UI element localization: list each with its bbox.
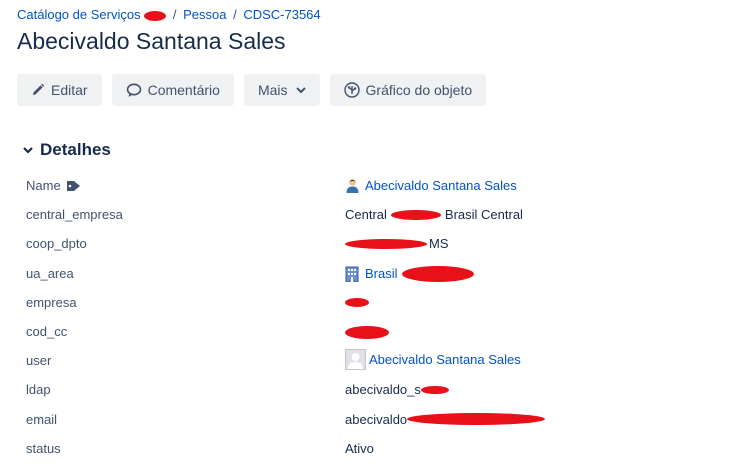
attribute-key: user xyxy=(26,353,52,369)
attribute-value-suffix: MS xyxy=(429,236,449,252)
status-value: Ativo xyxy=(345,440,374,456)
redaction-mark xyxy=(407,413,546,425)
toolbar: Editar Comentário Mais Gráfico do objeto xyxy=(17,74,496,106)
attribute-key: email xyxy=(26,411,58,427)
comment-label: Comentário xyxy=(147,82,220,98)
attribute-key: central_empresa xyxy=(26,207,123,223)
attribute-key: ldap xyxy=(26,382,51,398)
avatar-placeholder-icon xyxy=(345,349,366,371)
speech-bubble-icon xyxy=(126,83,142,98)
attribute-row-status: status Ativo xyxy=(26,433,726,462)
attribute-row-ua-area: ua_area Brasil xyxy=(26,258,726,287)
edit-label: Editar xyxy=(51,82,88,98)
redaction-mark xyxy=(420,385,449,394)
attribute-value: Brasil xyxy=(345,265,474,282)
attribute-row-name: Name Abecivaldo Santana Sales xyxy=(26,170,726,199)
attribute-value: Abecivaldo Santana Sales xyxy=(345,349,521,371)
comment-button[interactable]: Comentário xyxy=(111,74,234,106)
user-link[interactable]: Abecivaldo Santana Sales xyxy=(369,352,521,367)
breadcrumb-pessoa[interactable]: Pessoa xyxy=(183,7,226,22)
attribute-value: Central Brasil Central xyxy=(345,207,523,222)
breadcrumb-object-key[interactable]: CDSC-73564 xyxy=(243,7,320,22)
ua-area-link[interactable]: Brasil xyxy=(365,266,398,281)
attribute-value: MS xyxy=(345,236,449,251)
details-section-header[interactable]: Detalhes xyxy=(22,140,111,160)
breadcrumb-separator: / xyxy=(172,7,177,22)
edit-button[interactable]: Editar xyxy=(17,74,102,106)
attribute-key: coop_dpto xyxy=(26,236,87,252)
graph-icon xyxy=(343,82,360,98)
details-list: Name Abecivaldo Santana Sales central_em… xyxy=(26,170,726,462)
chevron-down-icon xyxy=(295,86,306,94)
object-graph-button[interactable]: Gráfico do objeto xyxy=(329,74,487,106)
attribute-value xyxy=(345,324,389,339)
attribute-value: abecivaldo_s xyxy=(345,382,449,397)
chevron-down-icon[interactable] xyxy=(22,146,34,155)
building-icon xyxy=(345,266,359,282)
breadcrumb-catalog[interactable]: Catálogo de Serviços xyxy=(17,7,141,22)
redaction-mark xyxy=(144,10,167,21)
attribute-row-central-empresa: central_empresa Central Brasil Central xyxy=(26,199,726,228)
attribute-value-suffix: Brasil Central xyxy=(444,207,523,223)
attribute-row-user: user Abecivaldo Santana Sales xyxy=(26,345,726,374)
attribute-row-empresa: empresa xyxy=(26,287,726,316)
redaction-mark xyxy=(345,297,369,307)
attribute-key-label: Name xyxy=(26,178,61,193)
attribute-value xyxy=(345,295,369,307)
attribute-row-ldap: ldap abecivaldo_s xyxy=(26,374,726,403)
redaction-mark xyxy=(345,325,389,339)
attribute-row-cod-cc: cod_cc xyxy=(26,316,726,345)
redaction-mark xyxy=(345,238,427,249)
pencil-icon xyxy=(31,83,45,97)
attribute-value: Abecivaldo Santana Sales xyxy=(345,178,517,193)
page-title: Abecivaldo Santana Sales xyxy=(17,28,286,54)
attribute-value-prefix: Central xyxy=(345,207,387,223)
details-section-title: Detalhes xyxy=(40,140,111,159)
attribute-key: Name xyxy=(26,178,81,193)
more-label: Mais xyxy=(257,82,288,98)
person-link[interactable]: Abecivaldo Santana Sales xyxy=(365,178,517,193)
attribute-value: abecivaldo xyxy=(345,411,546,427)
tag-icon xyxy=(66,180,81,192)
attribute-key: cod_cc xyxy=(26,323,68,339)
redaction-mark xyxy=(390,209,441,220)
attribute-value-prefix: abecivaldo xyxy=(345,411,408,427)
attribute-row-coop-dpto: coop_dpto MS xyxy=(26,228,726,257)
attribute-key: empresa xyxy=(26,294,77,310)
more-button[interactable]: Mais xyxy=(243,74,320,106)
redaction-mark xyxy=(401,265,474,282)
attribute-row-email: email abecivaldo xyxy=(26,404,726,433)
person-icon xyxy=(345,178,360,193)
attribute-key: status xyxy=(26,440,61,456)
attribute-key: ua_area xyxy=(26,265,74,281)
breadcrumb: Catálogo de Serviços / Pessoa / CDSC-735… xyxy=(17,7,321,22)
breadcrumb-separator: / xyxy=(233,7,237,22)
attribute-value-prefix: abecivaldo_s xyxy=(345,382,421,398)
object-graph-label: Gráfico do objeto xyxy=(365,82,473,98)
